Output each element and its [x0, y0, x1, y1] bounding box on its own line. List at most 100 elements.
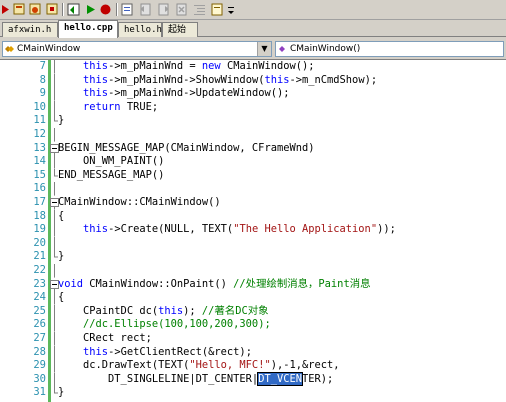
- next-bookmark-icon[interactable]: [156, 2, 171, 17]
- keyword-token: this: [83, 60, 109, 72]
- code-line[interactable]: 22: [0, 264, 506, 278]
- fold-line-marker: [54, 264, 55, 278]
- tab-hello-cpp[interactable]: hello.cpp: [58, 20, 118, 38]
- keyword-token: this: [83, 73, 109, 86]
- code-token: ON_WM_PAINT(): [58, 155, 165, 168]
- code-token: ->m_pMainWnd =: [108, 60, 202, 72]
- toolbar-overflow-icon[interactable]: [226, 4, 236, 17]
- code-text: {: [58, 210, 64, 224]
- code-text: BEGIN_MESSAGE_MAP(CMainWindow, CFrameWnd…: [58, 142, 314, 156]
- code-line[interactable]: 19 this->Create(NULL, TEXT("The Hello Ap…: [0, 223, 506, 237]
- line-number: 23: [33, 277, 46, 290]
- code-token: ->GetClientRect(&rect);: [108, 345, 252, 358]
- code-token: CMainWindow::OnPaint(): [83, 277, 234, 290]
- line-number: 24: [33, 291, 46, 304]
- indent-icon[interactable]: [192, 2, 207, 17]
- line-number: 16: [33, 182, 46, 195]
- code-line[interactable]: 31}: [0, 386, 506, 400]
- code-line[interactable]: 29 dc.DrawText(TEXT("Hello, MFC!"),-1,&r…: [0, 359, 506, 373]
- compile-icon[interactable]: [12, 2, 27, 17]
- string-token: "The Hello Application": [233, 223, 378, 236]
- code-line[interactable]: 26 //dc.Ellipse(100,100,200,300);: [0, 318, 506, 332]
- code-line[interactable]: 15 END_MESSAGE_MAP(): [0, 168, 506, 183]
- line-number: 13: [33, 141, 46, 154]
- code-text: //dc.Ellipse(100,100,200,300);: [58, 318, 271, 332]
- tab-start-page[interactable]: 起始页: [162, 22, 198, 49]
- code-line[interactable]: 8 this->m_pMainWnd->ShowWindow(this->m_n…: [0, 73, 506, 88]
- code-line[interactable]: 10 return TRUE;: [0, 100, 506, 115]
- code-line[interactable]: 21}: [0, 250, 506, 264]
- run-icon[interactable]: [66, 2, 81, 17]
- code-line[interactable]: 18 {: [0, 209, 506, 224]
- code-token: );: [183, 304, 202, 317]
- code-line[interactable]: 20: [0, 236, 506, 251]
- tab-afxwin-h[interactable]: afxwin.h: [2, 22, 58, 37]
- keyword-token: new: [201, 60, 221, 72]
- code-token: BEGIN_MESSAGE_MAP(CMainWindow, CFrameWnd…: [58, 141, 315, 154]
- prev-bookmark-icon[interactable]: [138, 2, 153, 17]
- line-number: 8: [39, 73, 46, 86]
- comment-token: //dc.Ellipse(100,100,200,300);: [83, 318, 271, 331]
- code-line[interactable]: 30 DT_SINGLELINE|DT_CENTER|DT_VCENTER);: [0, 371, 506, 387]
- line-number: 29: [33, 359, 46, 372]
- code-editor[interactable]: 7 this->m_pMainWnd = new CMainWindow(); 8…: [0, 60, 506, 402]
- code-line[interactable]: 17 CMainWindow::CMainWindow(): [0, 196, 506, 210]
- code-text: this->Create(NULL, TEXT("The Hello Appli…: [58, 223, 396, 237]
- code-text: }: [58, 386, 64, 400]
- code-text: CRect rect;: [58, 332, 152, 346]
- clear-bookmark-icon[interactable]: [174, 2, 189, 17]
- step-icon[interactable]: [98, 2, 113, 17]
- debug-icon[interactable]: [84, 2, 99, 17]
- code-line[interactable]: 12: [0, 128, 506, 142]
- code-line[interactable]: 7 this->m_pMainWnd = new CMainWindow();: [0, 60, 506, 74]
- code-token: CPaintDC dc(: [58, 304, 159, 317]
- code-token: {: [58, 291, 65, 304]
- line-number: 28: [33, 345, 46, 358]
- code-text: this->m_pMainWnd->UpdateWindow();: [58, 87, 289, 101]
- line-number: 22: [33, 264, 46, 276]
- code-line[interactable]: 23 void CMainWindow::OnPaint() //处理绘制消息，P…: [0, 278, 506, 292]
- code-token: dc.DrawText(TEXT(: [58, 359, 190, 372]
- comment-token: //著名DC对象: [201, 304, 269, 317]
- code-text: CMainWindow::CMainWindow(): [58, 196, 221, 210]
- code-line[interactable]: 27 CRect rect;: [0, 332, 506, 346]
- code-text: CPaintDC dc(this); //著名DC对象: [58, 304, 269, 319]
- code-token: ->m_nCmdShow);: [289, 73, 378, 86]
- code-text: this->m_pMainWnd = new CMainWindow();: [58, 60, 315, 74]
- stop-icon[interactable]: [45, 2, 60, 17]
- chevron-down-icon[interactable]: ▼: [257, 42, 271, 56]
- tab-hello-h[interactable]: hello.h: [118, 22, 162, 37]
- selected-text: DT_VCEN: [257, 371, 303, 386]
- code-line[interactable]: 11}: [0, 114, 506, 128]
- more-icon[interactable]: [210, 2, 225, 17]
- code-line[interactable]: 13 BEGIN_MESSAGE_MAP(CMainWindow, CFrameW…: [0, 142, 506, 156]
- code-line[interactable]: 28 this->GetClientRect(&rect);: [0, 345, 506, 360]
- class-combobox[interactable]: CMainWindow ▼: [2, 41, 272, 57]
- line-number: 25: [33, 304, 46, 317]
- code-text: }: [58, 114, 64, 128]
- line-number: 14: [33, 155, 46, 168]
- rebuild-icon[interactable]: [28, 2, 43, 17]
- code-line[interactable]: 24 {: [0, 291, 506, 305]
- code-line[interactable]: 14 ON_WM_PAINT(): [0, 155, 506, 169]
- code-text: ON_WM_PAINT(): [58, 155, 164, 169]
- line-number: 18: [33, 209, 46, 222]
- line-number: 30: [33, 372, 46, 385]
- code-text: this->m_pMainWnd->ShowWindow(this->m_nCm…: [58, 74, 377, 88]
- code-text: END_MESSAGE_MAP(): [58, 169, 164, 183]
- line-number: 27: [33, 332, 46, 344]
- line-number: 21: [33, 250, 46, 263]
- keyword-token: this: [158, 304, 184, 317]
- bookmark-icon[interactable]: [120, 2, 135, 17]
- navigation-bar: CMainWindow ▼ CMainWindow(): [0, 38, 506, 60]
- code-text: DT_SINGLELINE|DT_CENTER|DT_VCENTER);: [58, 371, 333, 387]
- member-combobox[interactable]: CMainWindow(): [275, 41, 504, 57]
- code-line[interactable]: 16: [0, 182, 506, 196]
- keyword-token: return: [83, 100, 121, 113]
- code-line[interactable]: 9 this->m_pMainWnd->UpdateWindow();: [0, 87, 506, 101]
- code-token: ),-1,&rect,: [270, 359, 340, 372]
- class-combo-value: CMainWindow: [17, 44, 81, 54]
- code-line[interactable]: 25 CPaintDC dc(this); //著名DC对象: [0, 304, 506, 319]
